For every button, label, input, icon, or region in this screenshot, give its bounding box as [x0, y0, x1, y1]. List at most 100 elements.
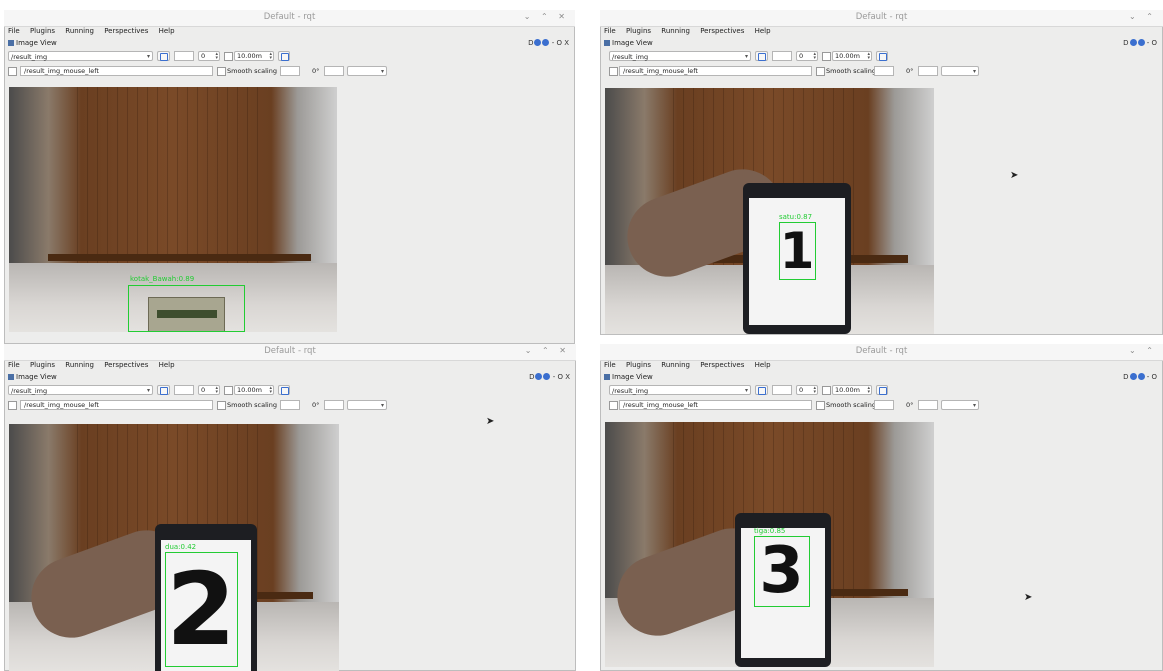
rate-spin-box[interactable]: 10.00m ▴ ▾ [234, 51, 274, 61]
mouse-topic-field[interactable]: /result_img_mouse_left [20, 66, 213, 76]
refresh-button[interactable] [157, 385, 170, 395]
blank-field[interactable] [874, 400, 894, 410]
blank-field[interactable] [874, 66, 894, 76]
plugin-d-button[interactable]: D [528, 39, 533, 47]
help-icon[interactable] [542, 39, 550, 46]
menu-file[interactable]: File [604, 27, 616, 35]
rotation-select[interactable]: ▾ [941, 66, 979, 76]
rotation-select[interactable]: ▾ [347, 400, 387, 410]
blank-field[interactable] [324, 66, 344, 76]
menu-help[interactable]: Help [159, 361, 175, 369]
blank-field[interactable] [280, 400, 300, 410]
refresh-button[interactable] [755, 385, 768, 395]
camera-image[interactable]: kotak_Bawah:0.89 [9, 87, 337, 332]
menu-help[interactable]: Help [755, 361, 771, 369]
mouse-topic-field[interactable]: /result_img_mouse_left [619, 400, 812, 410]
plugin-controls-tail[interactable]: - O X [553, 373, 570, 381]
plugin-controls-tail[interactable]: - O X [552, 39, 569, 47]
blank-field[interactable] [324, 400, 344, 410]
menu-running[interactable]: Running [661, 361, 690, 369]
camera-image[interactable]: 1 satu:0.87 [605, 88, 934, 334]
help-icon[interactable] [543, 373, 551, 380]
window-controls[interactable]: ⌄ ⌃ ✕ [524, 12, 569, 21]
title-bar[interactable]: Default - rqt ⌄ ⌃ ✕ [4, 10, 575, 27]
topic-select[interactable]: /result_img ▾ [609, 385, 751, 395]
blank-field[interactable] [280, 66, 300, 76]
refresh-button[interactable] [157, 51, 170, 61]
mouse-topic-field[interactable]: /result_img_mouse_left [619, 66, 812, 76]
help-icon[interactable] [1137, 373, 1145, 380]
title-bar[interactable]: Default - rqt ⌄ ⌃ [600, 344, 1163, 361]
blank-field[interactable] [918, 66, 938, 76]
refresh-button[interactable] [755, 51, 768, 61]
rate-spin-box[interactable]: 10.00m ▴ ▾ [832, 385, 872, 395]
spin-box[interactable]: 0 ▴ ▾ [198, 51, 220, 61]
mouse-checkbox[interactable] [609, 401, 618, 410]
topic-select[interactable]: /result_img ▾ [609, 51, 751, 61]
mouse-topic-field[interactable]: /result_img_mouse_left [20, 400, 213, 410]
rate-spin-box[interactable]: 10.00m ▴ ▾ [234, 385, 274, 395]
blank-field[interactable] [918, 400, 938, 410]
smooth-scaling-checkbox[interactable] [816, 401, 825, 410]
save-button[interactable] [876, 51, 888, 61]
menu-help[interactable]: Help [159, 27, 175, 35]
window-controls[interactable]: ⌄ ⌃ ✕ [525, 346, 570, 355]
blank-field[interactable] [174, 51, 194, 61]
menu-plugins[interactable]: Plugins [30, 27, 55, 35]
menu-running[interactable]: Running [661, 27, 690, 35]
menu-plugins[interactable]: Plugins [626, 361, 651, 369]
save-button[interactable] [876, 385, 888, 395]
camera-image[interactable]: 3 tiga:0.85 [605, 422, 934, 667]
menu-perspectives[interactable]: Perspectives [104, 27, 148, 35]
menu-file[interactable]: File [8, 27, 20, 35]
mouse-checkbox[interactable] [8, 67, 17, 76]
help-icon[interactable] [1137, 39, 1145, 46]
menu-perspectives[interactable]: Perspectives [700, 361, 744, 369]
rate-checkbox[interactable] [822, 386, 831, 395]
menu-perspectives[interactable]: Perspectives [700, 27, 744, 35]
plugin-d-button[interactable]: D [529, 373, 534, 381]
reload-icon[interactable] [535, 373, 543, 380]
rate-checkbox[interactable] [822, 52, 831, 61]
reload-icon[interactable] [1129, 373, 1137, 380]
blank-field[interactable] [772, 51, 792, 61]
camera-image[interactable]: 2 dua:0.42 [9, 424, 339, 671]
rate-checkbox[interactable] [224, 386, 233, 395]
title-bar[interactable]: Default - rqt ⌄ ⌃ [600, 10, 1163, 27]
smooth-scaling-checkbox[interactable] [217, 67, 226, 76]
smooth-scaling-checkbox[interactable] [217, 401, 226, 410]
smooth-scaling-checkbox[interactable] [816, 67, 825, 76]
blank-field[interactable] [174, 385, 194, 395]
mouse-checkbox[interactable] [609, 67, 618, 76]
reload-icon[interactable] [1129, 39, 1137, 46]
title-bar[interactable]: Default - rqt ⌄ ⌃ ✕ [4, 344, 576, 361]
reload-icon[interactable] [534, 39, 542, 46]
plugin-d-button[interactable]: D [1123, 39, 1128, 47]
rate-checkbox[interactable] [224, 52, 233, 61]
spin-box[interactable]: 0 ▴ ▾ [198, 385, 220, 395]
plugin-controls-tail[interactable]: - O [1147, 373, 1157, 381]
menu-plugins[interactable]: Plugins [30, 361, 55, 369]
spin-box[interactable]: 0 ▴ ▾ [796, 51, 818, 61]
rotation-select[interactable]: ▾ [347, 66, 387, 76]
rate-spin-box[interactable]: 10.00m ▴ ▾ [832, 51, 872, 61]
menu-running[interactable]: Running [65, 361, 94, 369]
mouse-checkbox[interactable] [8, 401, 17, 410]
blank-field[interactable] [772, 385, 792, 395]
topic-select[interactable]: /result_img ▾ [8, 51, 153, 61]
window-controls[interactable]: ⌄ ⌃ [1129, 346, 1157, 355]
menu-help[interactable]: Help [755, 27, 771, 35]
plugin-d-button[interactable]: D [1123, 373, 1128, 381]
plugin-controls-tail[interactable]: - O [1147, 39, 1157, 47]
topic-select[interactable]: /result_img ▾ [8, 385, 153, 395]
spin-box[interactable]: 0 ▴ ▾ [796, 385, 818, 395]
save-button[interactable] [278, 385, 290, 395]
menu-file[interactable]: File [604, 361, 616, 369]
rotation-select[interactable]: ▾ [941, 400, 979, 410]
menu-running[interactable]: Running [65, 27, 94, 35]
menu-plugins[interactable]: Plugins [626, 27, 651, 35]
menu-file[interactable]: File [8, 361, 20, 369]
save-button[interactable] [278, 51, 290, 61]
window-controls[interactable]: ⌄ ⌃ [1129, 12, 1157, 21]
menu-perspectives[interactable]: Perspectives [104, 361, 148, 369]
